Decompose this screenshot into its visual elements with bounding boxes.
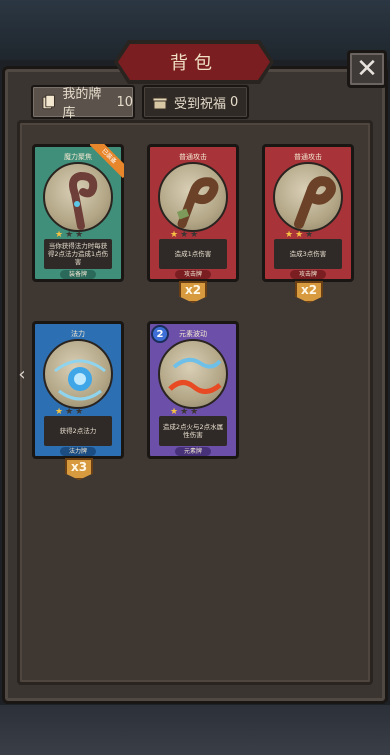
club-icon [176,177,219,229]
tab-blessings[interactable]: 受到祝福 0 [142,85,249,119]
close-button[interactable]: ✕ [347,50,387,88]
card-description: 造成3点伤害 [274,239,342,269]
fire-water-icon [168,357,222,394]
card-type: 攻击牌 [175,270,211,279]
card-type: 法力牌 [60,447,96,456]
gift-box-icon [152,94,168,110]
page-title: 背包 [170,53,218,74]
card-magic-focus[interactable]: 魔力聚焦 已装备 ★ ★ ★ 当你获得法力时每获得2点法力造成1点伤害 装备牌 [32,144,124,282]
mana-orb-icon [54,359,106,401]
bottom-background [0,705,390,755]
tab-my-deck[interactable]: 我的牌库 10 [31,85,135,121]
card-type: 元素牌 [175,447,211,456]
card-description: 造成1点伤害 [159,239,227,269]
card-normal-attack-2[interactable]: 普通攻击 ★ ★ ★ 造成3点伤害 攻击牌 [262,144,354,282]
card-type: 攻击牌 [290,270,326,279]
chevron-left-icon: ‹ [18,363,26,385]
title-plate: 背包 [118,44,270,80]
deck-icon [42,94,55,110]
card-art-fire-water [158,339,228,409]
card-description: 当你获得法力时每获得2点法力造成1点伤害 [44,239,112,269]
equipped-label: 已装备 [90,144,124,178]
card-description: 造成2点火与2点水属性伤害 [159,416,227,446]
tab-my-deck-label: 我的牌库 [62,87,102,121]
equipped-ribbon: 已装备 [90,144,124,178]
card-description: 获得2点法力 [44,416,112,446]
card-type: 装备牌 [60,270,96,279]
tab-blessings-count: 0 [230,94,239,110]
previous-page-button[interactable]: ‹ [12,362,32,386]
club-icon [294,176,336,229]
close-icon: ✕ [356,54,378,84]
card-element-wave[interactable]: 2 元素波动 ★ ★ ★ 造成2点火与2点水属性伤害 元素牌 [147,321,239,459]
tab-my-deck-count: 10 [116,94,133,110]
card-mana[interactable]: 法力 ★ ★ ★ 获得2点法力 法力牌 [32,321,124,459]
card-art-club [273,162,343,232]
card-art-mana-orb [43,339,113,409]
card-normal-attack-1[interactable]: 普通攻击 ★ ★ ★ 造成1点伤害 攻击牌 [147,144,239,282]
card-art-club [158,162,228,232]
tab-blessings-label: 受到祝福 [174,96,227,112]
